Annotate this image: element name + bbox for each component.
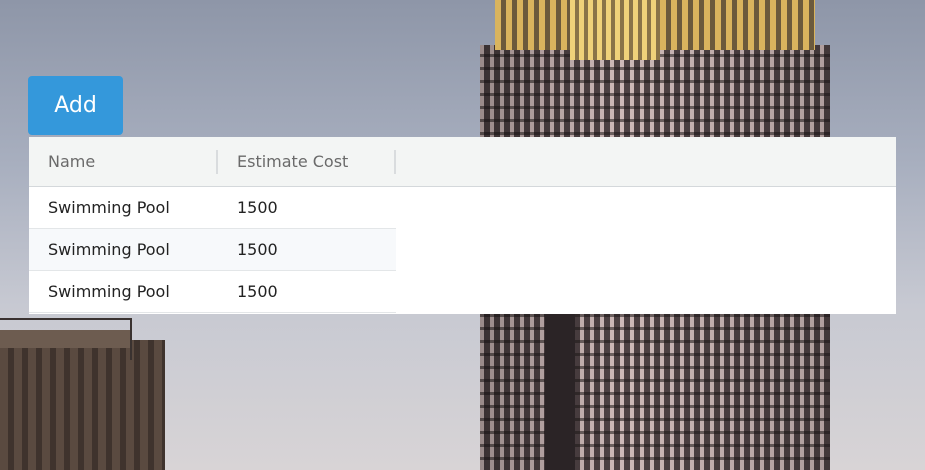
cell-estimate-cost: 1500 [237, 282, 278, 301]
grid-body: Swimming Pool 1500 Swimming Pool 1500 Sw… [29, 187, 396, 313]
column-header-estimate-cost-label: Estimate Cost [237, 152, 349, 171]
cell-name: Swimming Pool [48, 240, 170, 259]
data-grid: Name Estimate Cost Swimming Pool 1500 Sw… [29, 137, 896, 314]
table-row[interactable]: Swimming Pool 1500 [29, 271, 396, 313]
column-header-name-label: Name [48, 152, 96, 171]
building-shaft [545, 300, 575, 470]
cell-estimate-cost: 1500 [237, 198, 278, 217]
grid-header: Name Estimate Cost [29, 137, 896, 187]
cell-name: Swimming Pool [48, 198, 170, 217]
column-header-estimate-cost[interactable]: Estimate Cost [218, 137, 396, 187]
column-header-name[interactable]: Name [29, 137, 218, 187]
water-tower-railing [0, 318, 132, 360]
cell-estimate-cost: 1500 [237, 240, 278, 259]
column-resize-handle[interactable] [394, 149, 396, 174]
add-button[interactable]: Add [28, 76, 123, 135]
table-row[interactable]: Swimming Pool 1500 [29, 187, 396, 229]
cell-name: Swimming Pool [48, 282, 170, 301]
building-crown-light [570, 0, 660, 60]
table-row[interactable]: Swimming Pool 1500 [29, 229, 396, 271]
